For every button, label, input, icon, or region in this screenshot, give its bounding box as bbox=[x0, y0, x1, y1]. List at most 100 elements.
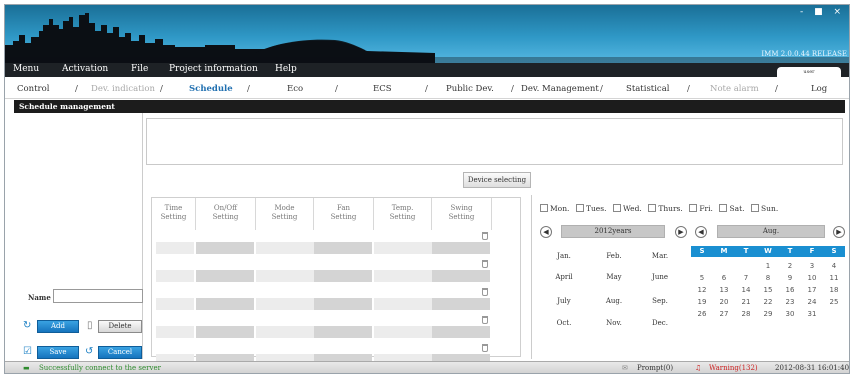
menu-item-menu[interactable]: Menu bbox=[13, 64, 39, 74]
menu-item-file[interactable]: File bbox=[131, 64, 148, 74]
schedule-cell[interactable] bbox=[196, 326, 254, 338]
schedule-cell[interactable] bbox=[256, 326, 314, 338]
month-option[interactable]: Sep. bbox=[645, 297, 675, 305]
calendar-day[interactable]: 9 bbox=[779, 274, 801, 282]
schedule-cell[interactable] bbox=[156, 270, 194, 282]
tab-note-alarm[interactable]: Note alarm bbox=[710, 84, 759, 94]
checkbox-wed[interactable] bbox=[613, 204, 622, 212]
warning-count[interactable]: Warning(132) bbox=[709, 364, 758, 372]
schedule-cell[interactable] bbox=[432, 326, 490, 338]
calendar-day[interactable]: 19 bbox=[691, 298, 713, 306]
calendar-day[interactable]: 18 bbox=[823, 286, 845, 294]
row-delete-icon[interactable] bbox=[482, 316, 488, 324]
calendar-day[interactable]: 10 bbox=[801, 274, 823, 282]
calendar-day[interactable]: 16 bbox=[779, 286, 801, 294]
calendar-day[interactable]: 5 bbox=[691, 274, 713, 282]
calendar-day[interactable]: 6 bbox=[713, 274, 735, 282]
tab-log[interactable]: Log bbox=[811, 84, 827, 94]
user-tab[interactable]: user bbox=[777, 67, 841, 77]
month-option[interactable]: Feb. bbox=[599, 252, 629, 260]
calendar-day[interactable]: 23 bbox=[779, 298, 801, 306]
calendar-day[interactable]: 3 bbox=[801, 262, 823, 270]
month-option[interactable]: April bbox=[549, 273, 579, 281]
tab-public-dev[interactable]: Public Dev. bbox=[446, 84, 494, 94]
tab-dev-management[interactable]: Dev. Management bbox=[521, 84, 599, 94]
delete-button[interactable]: Delete bbox=[98, 320, 142, 333]
checkbox-sat[interactable] bbox=[719, 204, 728, 212]
name-input[interactable] bbox=[53, 289, 143, 303]
calendar-day[interactable]: 11 bbox=[823, 274, 845, 282]
calendar-day[interactable]: 26 bbox=[691, 310, 713, 318]
calendar-day[interactable]: 12 bbox=[691, 286, 713, 294]
checkbox-tues[interactable] bbox=[575, 204, 584, 212]
calendar-day[interactable]: 20 bbox=[713, 298, 735, 306]
schedule-cell[interactable] bbox=[156, 242, 194, 254]
schedule-cell[interactable] bbox=[432, 270, 490, 282]
calendar-day[interactable]: 21 bbox=[735, 298, 757, 306]
month-option[interactable]: Jan. bbox=[549, 252, 579, 260]
calendar-day[interactable]: 15 bbox=[757, 286, 779, 294]
tab-dev-indication[interactable]: Dev. indication bbox=[91, 84, 155, 94]
month-option[interactable]: Nov. bbox=[599, 319, 629, 327]
schedule-cell[interactable] bbox=[196, 298, 254, 310]
schedule-cell[interactable] bbox=[256, 242, 314, 254]
menu-item-project-information[interactable]: Project information bbox=[169, 64, 258, 74]
checkbox-fri[interactable] bbox=[689, 204, 698, 212]
add-button[interactable]: Add bbox=[37, 320, 79, 333]
tab-schedule[interactable]: Schedule bbox=[189, 84, 233, 94]
calendar-day[interactable]: 24 bbox=[801, 298, 823, 306]
month-option[interactable]: June bbox=[645, 273, 675, 281]
schedule-cell[interactable] bbox=[432, 242, 490, 254]
schedule-cell[interactable] bbox=[374, 242, 432, 254]
year-prev-button[interactable]: ◀ bbox=[540, 226, 552, 238]
schedule-cell[interactable] bbox=[314, 270, 372, 282]
month-option[interactable]: July bbox=[549, 297, 579, 305]
window-controls[interactable]: - ■ × bbox=[800, 7, 845, 17]
month-option[interactable]: Aug. bbox=[599, 297, 629, 305]
calendar-day[interactable]: 28 bbox=[735, 310, 757, 318]
menu-item-activation[interactable]: Activation bbox=[62, 64, 108, 74]
tab-ecs[interactable]: ECS bbox=[373, 84, 392, 94]
month-prev-button[interactable]: ◀ bbox=[695, 226, 707, 238]
calendar-day[interactable]: 8 bbox=[757, 274, 779, 282]
checkbox-mon[interactable] bbox=[540, 204, 548, 212]
tab-control[interactable]: Control bbox=[17, 84, 49, 94]
calendar-day[interactable]: 27 bbox=[713, 310, 735, 318]
device-selecting-button[interactable]: Device selecting bbox=[463, 172, 531, 188]
year-next-button[interactable]: ▶ bbox=[675, 226, 687, 238]
row-delete-icon[interactable] bbox=[482, 260, 488, 268]
schedule-cell[interactable] bbox=[256, 298, 314, 310]
cancel-button[interactable]: Cancel bbox=[98, 346, 142, 359]
schedule-description-area[interactable] bbox=[146, 118, 843, 165]
month-next-button[interactable]: ▶ bbox=[833, 226, 845, 238]
schedule-cell[interactable] bbox=[156, 298, 194, 310]
calendar-day[interactable]: 14 bbox=[735, 286, 757, 294]
calendar-day[interactable]: 29 bbox=[757, 310, 779, 318]
schedule-cell[interactable] bbox=[196, 270, 254, 282]
row-delete-icon[interactable] bbox=[482, 344, 488, 352]
tab-eco[interactable]: Eco bbox=[287, 84, 303, 94]
month-option[interactable]: Dec. bbox=[645, 319, 675, 327]
schedule-cell[interactable] bbox=[256, 270, 314, 282]
row-delete-icon[interactable] bbox=[482, 232, 488, 240]
row-delete-icon[interactable] bbox=[482, 288, 488, 296]
calendar-day[interactable]: 25 bbox=[823, 298, 845, 306]
prompt-count[interactable]: Prompt(0) bbox=[637, 364, 673, 372]
schedule-cell[interactable] bbox=[314, 298, 372, 310]
calendar-day[interactable]: 31 bbox=[801, 310, 823, 318]
schedule-cell[interactable] bbox=[432, 298, 490, 310]
schedule-cell[interactable] bbox=[374, 270, 432, 282]
save-button[interactable]: Save bbox=[37, 346, 79, 359]
schedule-cell[interactable] bbox=[196, 242, 254, 254]
checkbox-thurs[interactable] bbox=[648, 204, 657, 212]
calendar-day[interactable]: 17 bbox=[801, 286, 823, 294]
menu-item-help[interactable]: Help bbox=[275, 64, 297, 74]
calendar-day[interactable]: 2 bbox=[779, 262, 801, 270]
schedule-cell[interactable] bbox=[314, 242, 372, 254]
schedule-cell[interactable] bbox=[374, 326, 432, 338]
calendar-day[interactable]: 13 bbox=[713, 286, 735, 294]
month-option[interactable]: May bbox=[599, 273, 629, 281]
schedule-cell[interactable] bbox=[374, 298, 432, 310]
month-option[interactable]: Oct. bbox=[549, 319, 579, 327]
tab-statistical[interactable]: Statistical bbox=[626, 84, 669, 94]
